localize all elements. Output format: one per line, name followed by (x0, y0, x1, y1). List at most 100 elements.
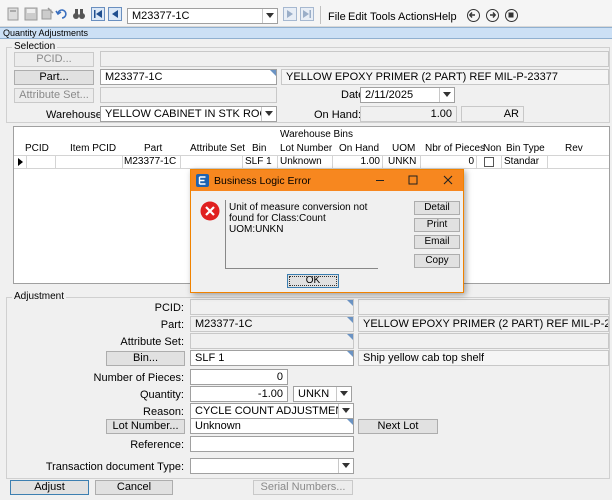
field-indicator (347, 300, 353, 306)
chevron-down-icon[interactable] (338, 404, 353, 418)
adj-part-field[interactable]: M23377-1C (190, 316, 354, 332)
save-icon[interactable] (24, 7, 38, 21)
adjustment-group-title: Adjustment (12, 291, 67, 302)
toolbar: M23377-1C File Edit Tools Actions Help (0, 0, 612, 27)
col-nbr-pieces[interactable]: Nbr of Pieces (425, 143, 485, 154)
transaction-doc-type-label: Transaction document Type: (45, 461, 184, 473)
cell-part: M23377-1C (124, 156, 177, 167)
reference-label: Reference: (130, 439, 184, 451)
cancel-button[interactable]: Cancel (95, 480, 173, 495)
date-value: 2/11/2025 (365, 89, 414, 101)
adj-part-value: M23377-1C (195, 318, 253, 330)
close-icon[interactable] (441, 173, 455, 187)
attribute-set-field[interactable] (100, 87, 277, 103)
pcid-field[interactable] (100, 51, 609, 67)
record-part-combo[interactable]: M23377-1C (127, 8, 278, 24)
cell-bin: SLF 1 (245, 156, 272, 167)
menu-help[interactable]: Help (434, 11, 457, 23)
on-hand-value: 1.00 (360, 106, 457, 122)
lot-number-button[interactable]: Lot Number... (106, 419, 185, 434)
menu-tools[interactable]: Tools (370, 11, 396, 23)
record-part-value: M23377-1C (132, 10, 190, 22)
print-button[interactable]: Print (414, 218, 460, 232)
ok-button[interactable]: OK (287, 274, 339, 288)
quantity-uom-value: UNKN (298, 388, 330, 400)
col-bin-type[interactable]: Bin Type (506, 143, 545, 154)
col-non[interactable]: Non (483, 143, 501, 154)
col-item-pcid[interactable]: Item PCID (70, 143, 116, 154)
window-title: Quantity Adjustments (0, 27, 612, 39)
app-logo-icon (196, 174, 209, 187)
adj-pcid-field[interactable] (190, 299, 354, 315)
cell-uom: UNKN (388, 156, 417, 167)
copy-button[interactable]: Copy (414, 254, 460, 268)
delete-icon[interactable] (40, 7, 54, 21)
toolbar-separator (320, 6, 321, 24)
next-record-icon[interactable] (283, 7, 297, 21)
dialog-title-bar[interactable]: Business Logic Error (191, 170, 463, 191)
chevron-down-icon[interactable] (261, 107, 276, 121)
warehouse-combo[interactable]: YELLOW CABINET IN STK ROOM (100, 106, 277, 122)
on-hand-label: On Hand: (314, 109, 362, 121)
serial-numbers-button[interactable]: Serial Numbers... (253, 480, 353, 495)
adj-attribute-set-field[interactable] (190, 333, 354, 349)
quantity-uom-combo[interactable]: UNKN (293, 386, 352, 402)
first-record-icon[interactable] (91, 7, 105, 21)
maximize-icon[interactable] (406, 173, 420, 187)
reason-value: CYCLE COUNT ADJUSTMENT (195, 405, 351, 417)
attribute-set-button[interactable]: Attribute Set... (14, 88, 94, 103)
grid-title: Warehouse Bins (280, 129, 353, 140)
bin-description: Ship yellow cab top shelf (358, 350, 609, 366)
date-field[interactable]: 2/11/2025 (360, 87, 455, 103)
menu-file[interactable]: File (328, 11, 346, 23)
table-row[interactable]: M23377-1C SLF 1 Unknown 1.00 UNKN 0 Stan… (14, 156, 609, 168)
lot-number-field[interactable]: Unknown (190, 418, 354, 434)
new-icon[interactable] (6, 7, 20, 21)
menu-actions[interactable]: Actions (398, 11, 434, 23)
pieces-field[interactable]: 0 (190, 369, 288, 385)
col-attribute-set[interactable]: Attribute Set (190, 143, 245, 154)
bin-button[interactable]: Bin... (106, 351, 185, 366)
error-message: Unit of measure conversion not found for… (225, 200, 378, 269)
col-pcid[interactable]: PCID (25, 143, 49, 154)
previous-record-icon[interactable] (108, 7, 122, 21)
reference-field[interactable] (190, 436, 354, 452)
bin-field[interactable]: SLF 1 (190, 350, 354, 366)
pcid-button[interactable]: PCID... (14, 52, 94, 67)
col-uom[interactable]: UOM (392, 143, 415, 154)
back-icon[interactable] (467, 9, 480, 22)
col-rev[interactable]: Rev (565, 143, 583, 154)
chevron-down-icon[interactable] (336, 387, 351, 401)
col-part[interactable]: Part (144, 143, 162, 154)
chevron-down-icon[interactable] (439, 88, 454, 102)
col-on-hand[interactable]: On Hand (339, 143, 379, 154)
chevron-down-icon[interactable] (338, 459, 353, 473)
reason-combo[interactable]: CYCLE COUNT ADJUSTMENT (190, 403, 354, 419)
minimize-icon[interactable] (373, 173, 387, 187)
adj-part-description: YELLOW EPOXY PRIMER (2 PART) REF MIL-P-2… (358, 316, 609, 332)
forward-icon[interactable] (486, 9, 499, 22)
next-lot-button[interactable]: Next Lot (358, 419, 438, 434)
part-field[interactable]: M23377-1C (100, 69, 277, 85)
undo-icon[interactable] (55, 7, 69, 21)
field-indicator (270, 70, 276, 76)
detail-button[interactable]: Detail (414, 201, 460, 215)
home-icon[interactable] (505, 9, 518, 22)
col-bin[interactable]: Bin (252, 143, 266, 154)
menu-edit[interactable]: Edit (348, 11, 367, 23)
adjust-button[interactable]: Adjust (10, 480, 89, 495)
part-button[interactable]: Part... (14, 70, 94, 85)
non-checkbox[interactable] (484, 157, 494, 167)
last-record-icon[interactable] (300, 7, 314, 21)
pieces-label: Number of Pieces: (93, 372, 184, 384)
col-lot-number[interactable]: Lot Number (280, 143, 332, 154)
quantity-field[interactable]: -1.00 (190, 386, 288, 402)
lot-number-value: Unknown (195, 420, 241, 432)
part-field-value: M23377-1C (105, 71, 163, 83)
field-indicator (347, 419, 353, 425)
email-button[interactable]: Email (414, 235, 460, 249)
transaction-doc-type-combo[interactable] (190, 458, 354, 474)
part-description: YELLOW EPOXY PRIMER (2 PART) REF MIL-P-2… (281, 69, 609, 85)
chevron-down-icon[interactable] (262, 9, 277, 23)
binoculars-icon[interactable] (72, 7, 86, 21)
